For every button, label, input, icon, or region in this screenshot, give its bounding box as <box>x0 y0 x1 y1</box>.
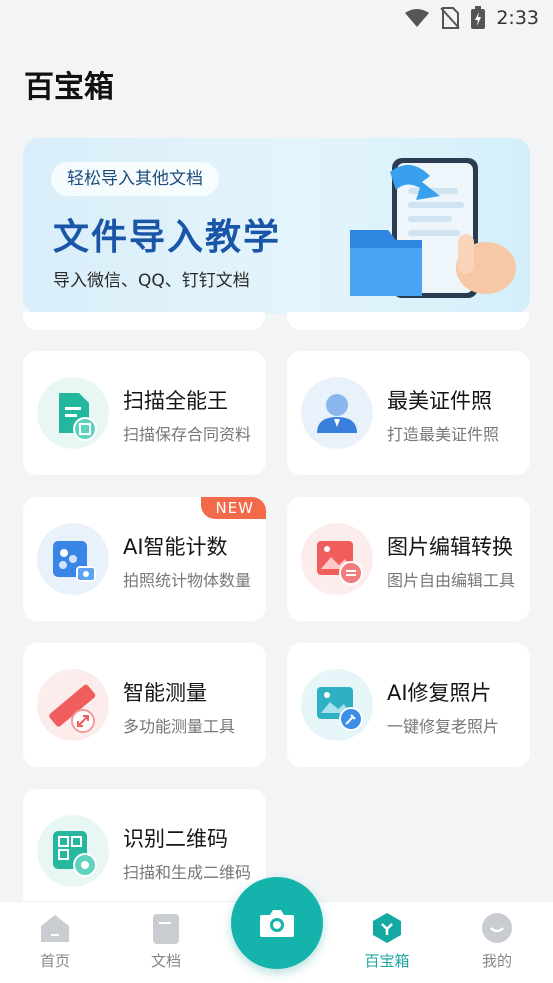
nav-documents[interactable]: 文档 <box>126 912 206 971</box>
tool-title: AI修复照片 <box>387 681 492 705</box>
no-sim-icon <box>440 7 461 29</box>
tool-description: 打造最美证件照 <box>387 425 500 444</box>
hidden-card-edge <box>287 312 529 330</box>
status-bar: 2:33 <box>0 0 553 36</box>
nav-profile[interactable]: 我的 <box>457 912 537 971</box>
banner-title: 文件导入教学 <box>53 217 282 258</box>
tool-description: 多功能测量工具 <box>123 717 236 736</box>
ai-count-icon <box>37 523 109 595</box>
tool-card-image-convert[interactable]: 图片编辑转换 图片自由编辑工具 <box>287 497 530 621</box>
tool-description: 一键修复老照片 <box>387 717 500 736</box>
tool-title: AI智能计数 <box>123 535 228 559</box>
toolbox-icon <box>373 913 401 943</box>
tool-title: 智能测量 <box>123 681 207 705</box>
tool-card-scanner[interactable]: 扫描全能王 扫描保存合同资料 <box>23 351 266 475</box>
banner-pill: 轻松导入其他文档 <box>51 162 219 196</box>
profile-icon <box>482 913 512 943</box>
ruler-icon <box>37 669 109 741</box>
tool-card-measure[interactable]: 智能测量 多功能测量工具 <box>23 643 266 767</box>
battery-charging-icon <box>471 6 486 29</box>
document-scan-icon <box>37 377 109 449</box>
camera-icon <box>260 910 294 937</box>
nav-label: 首页 <box>39 952 70 970</box>
new-badge: NEW <box>201 497 266 519</box>
home-icon <box>41 915 69 942</box>
nav-label: 百宝箱 <box>364 952 410 970</box>
tool-card-qr-code[interactable]: 识别二维码 扫描和生成二维码 <box>23 789 266 913</box>
id-photo-icon <box>301 377 373 449</box>
tool-title: 最美证件照 <box>387 389 492 413</box>
phone-import-illustration <box>350 158 516 298</box>
image-convert-icon <box>301 523 373 595</box>
hidden-card-edge <box>23 312 265 330</box>
status-time: 2:33 <box>496 7 539 29</box>
tool-description: 拍照统计物体数量 <box>123 571 252 590</box>
app-screen: 2:33 百宝箱 轻松导入其他文档 文件导入教学 导入微信、QQ、钉钉文档 扫描… <box>0 0 553 983</box>
tool-card-photo-repair[interactable]: AI修复照片 一键修复老照片 <box>287 643 530 767</box>
nav-label: 文档 <box>150 952 181 970</box>
tool-card-ai-count[interactable]: AI智能计数 拍照统计物体数量 NEW <box>23 497 266 621</box>
tool-title: 图片编辑转换 <box>387 535 513 559</box>
nav-home[interactable]: 首页 <box>15 912 95 971</box>
tool-title: 扫描全能王 <box>123 389 228 413</box>
page-title: 百宝箱 <box>24 70 114 105</box>
nav-label: 我的 <box>481 952 512 970</box>
tool-description: 图片自由编辑工具 <box>387 571 516 590</box>
document-icon <box>153 914 179 944</box>
import-tutorial-banner[interactable]: 轻松导入其他文档 文件导入教学 导入微信、QQ、钉钉文档 <box>23 138 530 314</box>
wifi-icon <box>405 9 430 27</box>
nav-toolbox[interactable]: 百宝箱 <box>347 912 427 971</box>
tool-description: 扫描和生成二维码 <box>123 863 252 882</box>
banner-subtitle: 导入微信、QQ、钉钉文档 <box>53 271 250 291</box>
qr-code-icon <box>37 815 109 887</box>
tool-title: 识别二维码 <box>123 827 228 851</box>
tool-description: 扫描保存合同资料 <box>123 425 252 444</box>
tool-card-id-photo[interactable]: 最美证件照 打造最美证件照 <box>287 351 530 475</box>
photo-repair-icon <box>301 669 373 741</box>
camera-button[interactable] <box>231 877 323 969</box>
